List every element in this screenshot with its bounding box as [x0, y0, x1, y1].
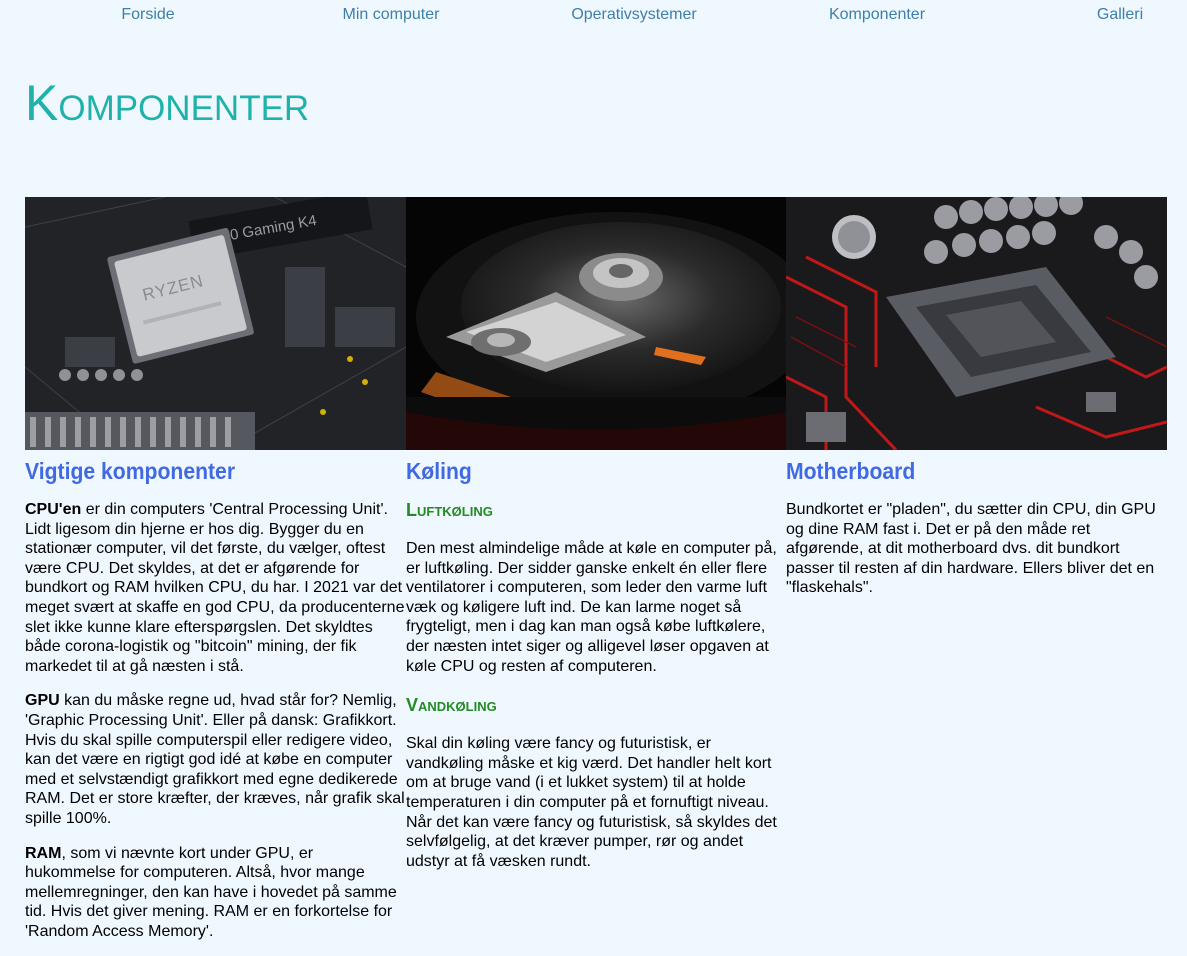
gpu-term: GPU: [25, 692, 60, 710]
page-title: Komponenter: [25, 75, 310, 131]
column-title: Køling: [406, 458, 472, 484]
ram-paragraph: RAM, som vi nævnte kort under GPU, er hu…: [25, 844, 406, 942]
gpu-text: kan du måske regne ud, hvad står for? Ne…: [25, 692, 405, 827]
column-important-components: B450 Gaming K4 RYZEN Vigtige komponenter…: [25, 197, 406, 941]
column-cooling: Køling Luftkøling Den mest almindelige m…: [406, 197, 786, 941]
nav-link-operativsystemer[interactable]: Operativsystemer: [571, 6, 696, 24]
nav-link-forside[interactable]: Forside: [121, 6, 174, 24]
column-motherboard: Motherboard Bundkortet er "pladen", du s…: [786, 197, 1167, 941]
air-cooling-text: Den mest almindelige måde at køle en com…: [406, 540, 777, 675]
component-columns: B450 Gaming K4 RYZEN Vigtige komponenter…: [25, 197, 1167, 941]
hard-drive-image: [406, 197, 786, 450]
gpu-paragraph: GPU kan du måske regne ud, hvad står for…: [25, 691, 406, 828]
cpu-term: CPU'en: [25, 501, 82, 518]
motherboard-socket-image: [786, 197, 1167, 450]
motherboard-text: Bundkortet er "pladen", du sætter din CP…: [786, 501, 1156, 597]
cpu-paragraph: CPU'en er din computers 'Central Process…: [25, 500, 406, 676]
ram-term: RAM: [25, 844, 62, 862]
top-navigation: Forside Min computer Operativsystemer Ko…: [0, 0, 1187, 34]
column-title: Motherboard: [786, 458, 916, 484]
cpu-motherboard-image: B450 Gaming K4 RYZEN: [25, 197, 406, 450]
ram-text: , som vi nævnte kort under GPU, er hukom…: [25, 844, 397, 940]
nav-link-komponenter[interactable]: Komponenter: [829, 6, 925, 24]
cpu-text: er din computers 'Central Processing Uni…: [25, 501, 405, 675]
nav-link-min-computer[interactable]: Min computer: [343, 6, 440, 24]
air-cooling-heading: Luftkøling: [406, 500, 493, 520]
water-cooling-text: Skal din køling være fancy og futuristis…: [406, 735, 777, 870]
nav-link-galleri[interactable]: Galleri: [1097, 6, 1143, 24]
column-title: Vigtige komponenter: [25, 458, 236, 484]
water-cooling-heading: Vandkøling: [406, 695, 497, 716]
